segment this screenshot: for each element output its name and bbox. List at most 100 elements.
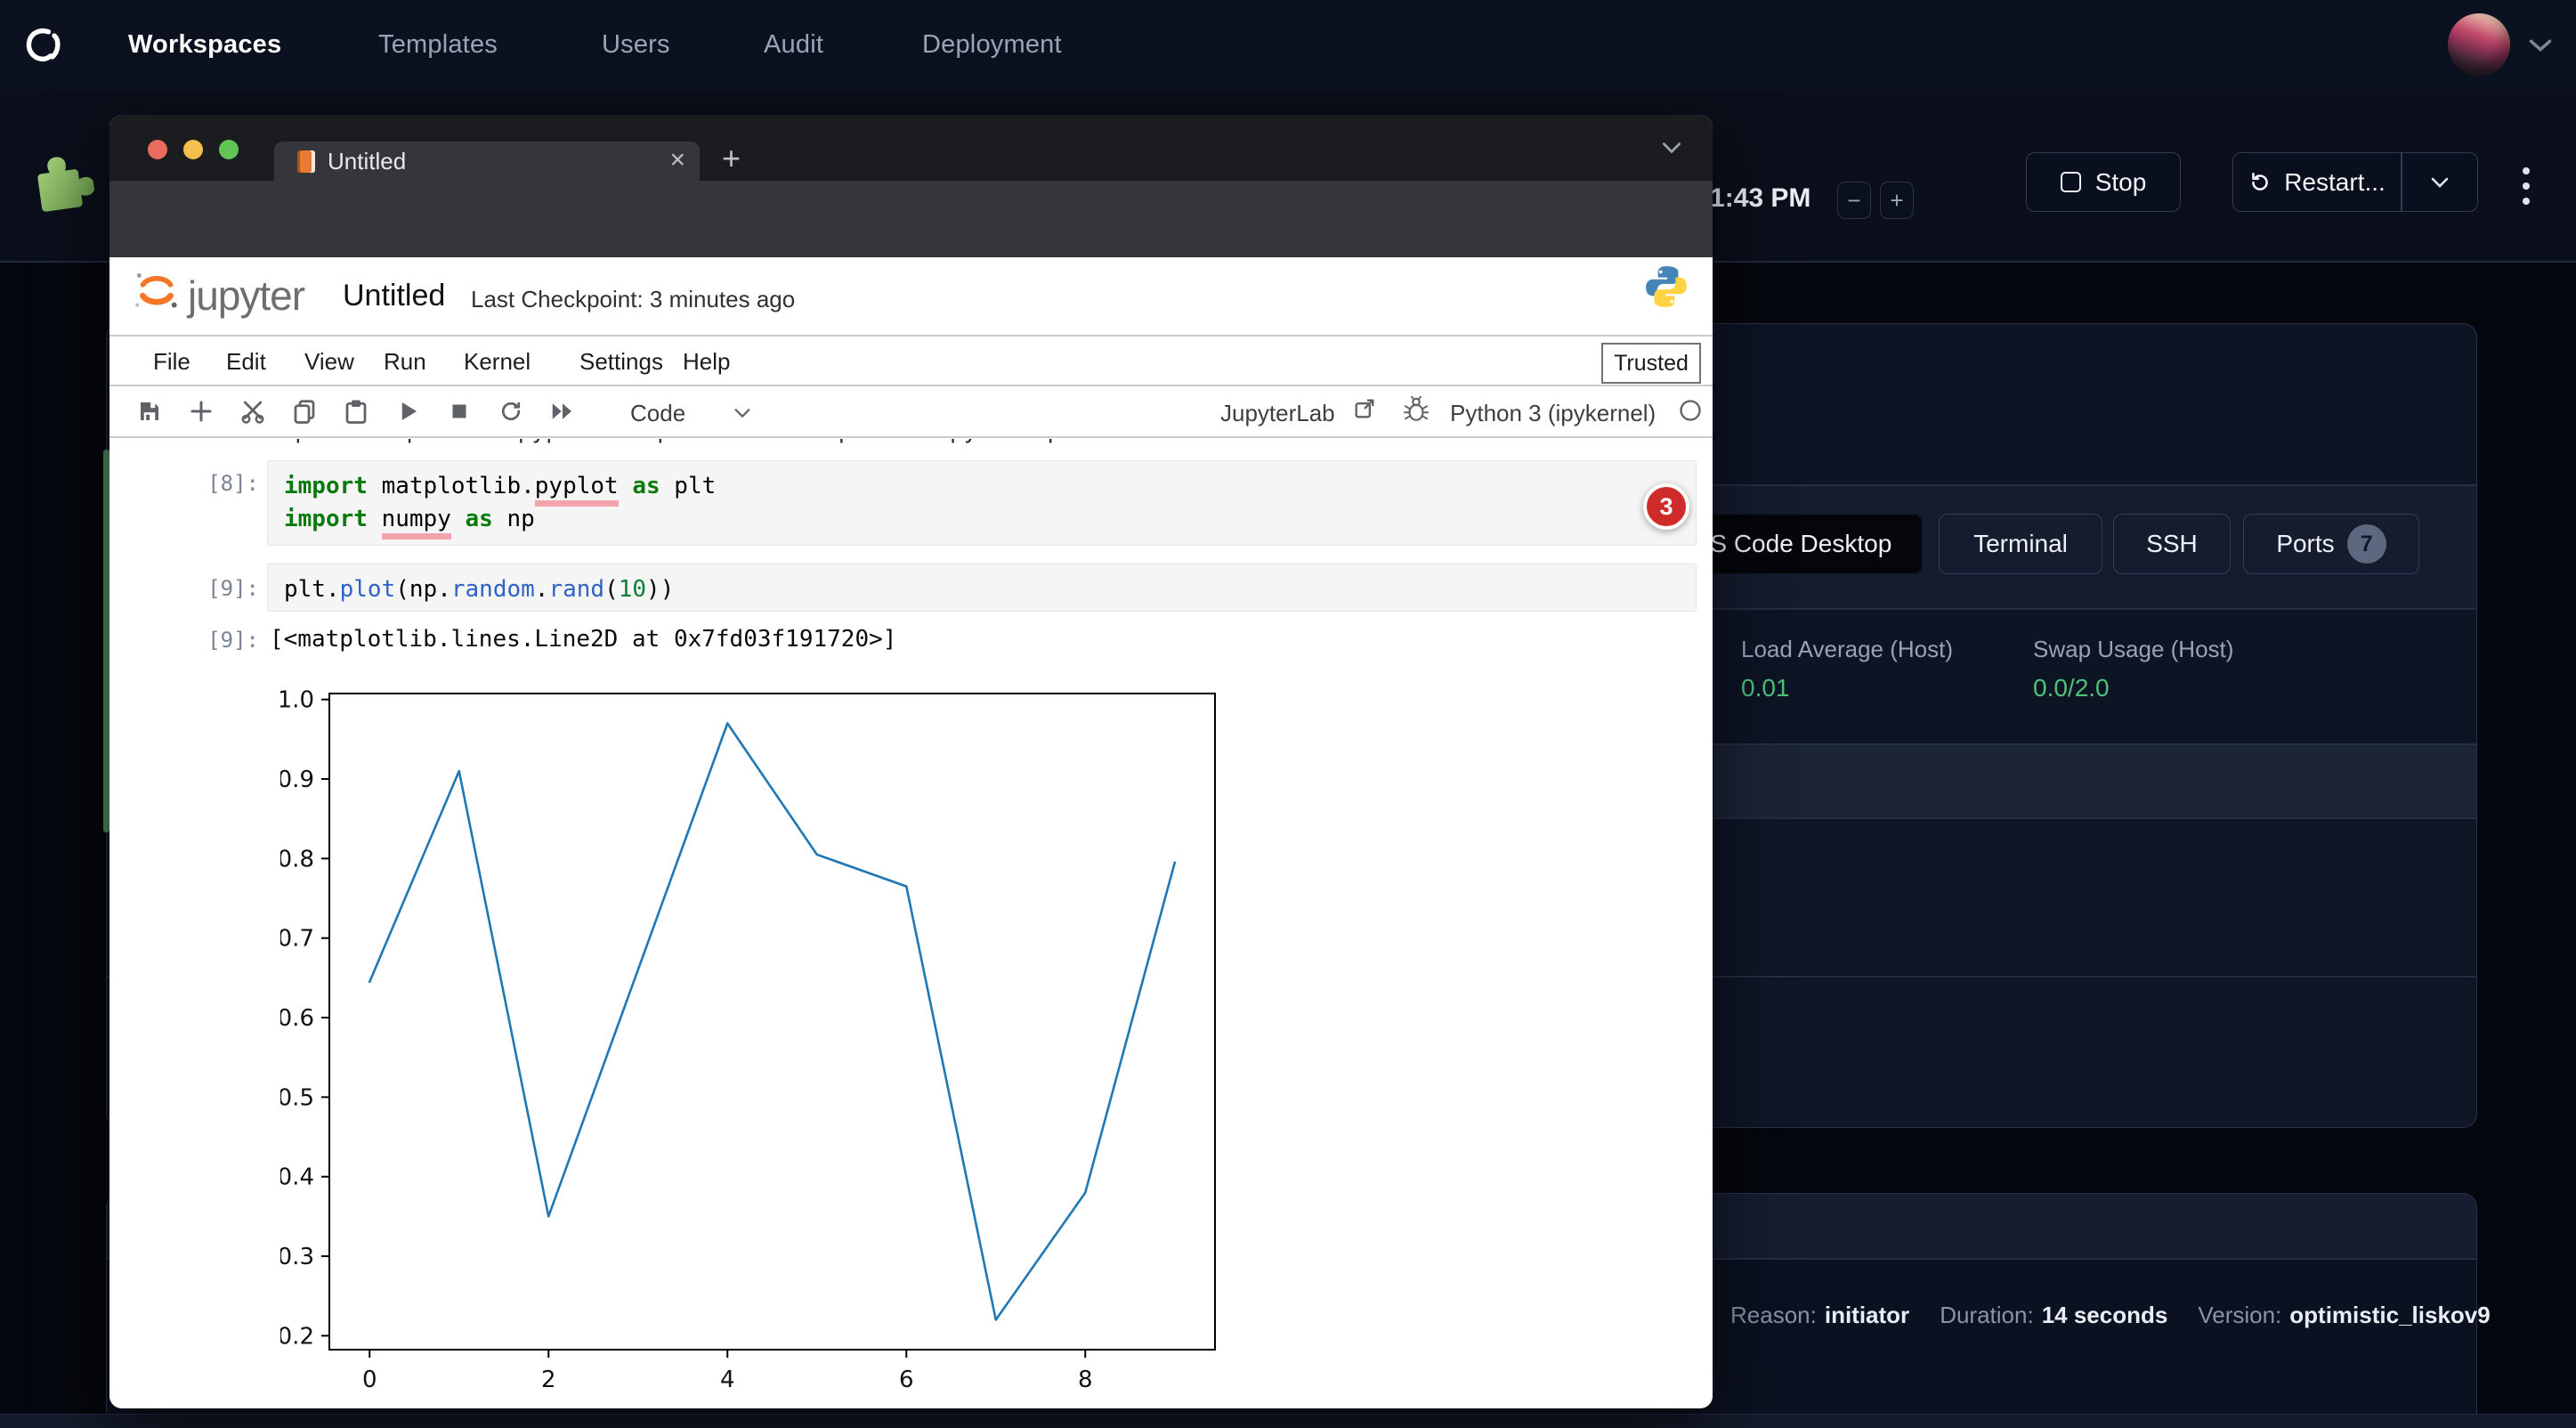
- cell-type-chevron-icon[interactable]: [733, 407, 752, 419]
- vscode-desktop-label: VS Code Desktop: [1694, 530, 1892, 558]
- clipped-cell-fragment: import matplotlib.pyplot as plt import n…: [267, 439, 1602, 449]
- tab-strip: Untitled × +: [109, 115, 1713, 181]
- workspace-more-menu[interactable]: [2523, 167, 2530, 205]
- cell-type-select[interactable]: Code: [630, 400, 685, 427]
- cell-prompt: [8]:: [181, 471, 259, 496]
- workspace-running-status-bar: [103, 450, 109, 832]
- swap-usage-label: Swap Usage (Host): [2033, 636, 2233, 663]
- nav-item-templates[interactable]: Templates: [378, 30, 498, 60]
- window-minimize-button[interactable]: [183, 140, 203, 159]
- window-zoom-button[interactable]: [219, 140, 239, 159]
- jupyter-favicon-icon: [297, 150, 315, 173]
- terminal-label: Terminal: [1973, 530, 2068, 558]
- save-button[interactable]: [136, 398, 163, 425]
- code-cell[interactable]: import matplotlib.pyplot as pltimport nu…: [267, 460, 1697, 546]
- menu-run[interactable]: Run: [384, 348, 426, 376]
- build-version: Version: optimistic_liskov9: [2198, 1302, 2490, 1329]
- stop-label: Stop: [2095, 168, 2147, 197]
- svg-text:2: 2: [541, 1367, 556, 1393]
- notification-count-badge: 3: [1643, 483, 1689, 530]
- open-jupyterlab-link[interactable]: JupyterLab: [1220, 400, 1335, 427]
- workspace-puzzle-icon: [26, 141, 97, 218]
- tab-close-icon[interactable]: ×: [669, 142, 685, 179]
- toolbar-divider: [109, 436, 1713, 438]
- swap-usage-stat: Swap Usage (Host) 0.0/2.0: [2033, 636, 2233, 702]
- menu-kernel[interactable]: Kernel: [464, 348, 531, 376]
- python-kernel-logo-icon: [1642, 263, 1690, 311]
- build-duration: Duration:14 seconds: [1940, 1302, 2167, 1329]
- svg-text:8: 8: [1078, 1367, 1093, 1393]
- nav-item-users[interactable]: Users: [602, 30, 670, 60]
- interrupt-kernel-button[interactable]: [446, 398, 473, 425]
- jupyter-brand-text: jupyter: [188, 272, 304, 320]
- nav-item-deployment[interactable]: Deployment: [922, 30, 1062, 60]
- menu-settings[interactable]: Settings: [579, 348, 663, 376]
- top-navbar: Workspaces Templates Users Audit Deploym…: [0, 0, 2576, 90]
- notebook-title[interactable]: Untitled: [343, 279, 445, 313]
- nav-item-workspaces[interactable]: Workspaces: [128, 30, 281, 60]
- run-cell-button[interactable]: [394, 398, 421, 425]
- restart-icon: [2248, 171, 2272, 194]
- increase-button[interactable]: +: [1880, 182, 1914, 219]
- svg-text:0.8: 0.8: [280, 846, 314, 872]
- copy-cell-button[interactable]: [291, 398, 318, 425]
- coder-logo-icon[interactable]: [20, 23, 66, 69]
- svg-text:6: 6: [899, 1367, 914, 1393]
- user-menu-chevron-icon[interactable]: [2528, 37, 2553, 53]
- tab-search-chevron-icon[interactable]: [1660, 140, 1683, 156]
- browser-tab[interactable]: Untitled ×: [274, 142, 700, 181]
- load-average-value: 0.01: [1741, 674, 1953, 702]
- svg-text:0.7: 0.7: [280, 926, 314, 953]
- chrome-browser-window: Untitled × + ← → 5555--main--test--matif…: [109, 115, 1713, 1408]
- menu-view[interactable]: View: [304, 348, 354, 376]
- debugger-bug-icon[interactable]: [1402, 394, 1430, 423]
- restart-button[interactable]: Restart...: [2233, 153, 2401, 211]
- svg-text:0.5: 0.5: [280, 1084, 314, 1111]
- kernel-name[interactable]: Python 3 (ipykernel): [1450, 400, 1656, 427]
- chevron-down-icon: [2429, 175, 2450, 190]
- cut-cell-button[interactable]: [239, 398, 266, 425]
- version-label: Version:: [2198, 1302, 2281, 1328]
- terminal-button[interactable]: Terminal: [1939, 514, 2102, 574]
- header-divider: [109, 335, 1713, 337]
- add-cell-button[interactable]: [188, 398, 215, 425]
- ssh-button[interactable]: SSH: [2113, 514, 2231, 574]
- restart-options-button[interactable]: [2402, 153, 2478, 211]
- load-average-stat: Load Average (Host) 0.01: [1741, 636, 1953, 702]
- jupyter-logo-icon: [131, 264, 182, 316]
- menu-edit[interactable]: Edit: [226, 348, 266, 376]
- svg-text:1.0: 1.0: [280, 687, 314, 714]
- decrease-button[interactable]: −: [1837, 182, 1871, 219]
- ports-button[interactable]: Ports 7: [2243, 514, 2419, 574]
- restart-run-all-button[interactable]: [549, 398, 576, 425]
- load-average-label: Load Average (Host): [1741, 636, 1953, 663]
- svg-text:0.2: 0.2: [280, 1323, 314, 1350]
- menu-divider: [109, 385, 1713, 386]
- restart-kernel-button[interactable]: [498, 398, 524, 425]
- restart-workspace-split-button[interactable]: Restart...: [2232, 152, 2478, 212]
- ports-label: Ports: [2276, 530, 2334, 558]
- browser-toolbar: ← → 5555--main--test--matifali.atif.cdr.…: [109, 181, 1713, 257]
- matplotlib-line-chart: 0.20.30.40.50.60.70.80.91.002468: [280, 681, 1224, 1402]
- external-link-icon[interactable]: [1352, 396, 1377, 421]
- jupyter-notebook-page: jupyter Untitled Last Checkpoint: 3 minu…: [109, 257, 1713, 1408]
- stop-icon: [2061, 172, 2081, 192]
- menu-help[interactable]: Help: [683, 348, 730, 376]
- window-close-button[interactable]: [148, 140, 167, 159]
- cell-prompt: [9]:: [181, 576, 259, 601]
- stop-workspace-button[interactable]: Stop: [2026, 152, 2181, 212]
- code-cell[interactable]: plt.plot(np.random.rand(10)): [267, 564, 1697, 612]
- menu-file[interactable]: File: [153, 348, 190, 376]
- nav-item-audit[interactable]: Audit: [764, 30, 823, 60]
- output-prompt: [9]:: [181, 628, 259, 653]
- ssh-label: SSH: [2146, 530, 2198, 558]
- user-avatar[interactable]: [2448, 13, 2510, 76]
- kernel-status-icon: [1678, 398, 1703, 423]
- trusted-button[interactable]: Trusted: [1601, 343, 1701, 384]
- paste-cell-button[interactable]: [343, 398, 369, 425]
- svg-text:0.6: 0.6: [280, 1005, 314, 1032]
- version-value: optimistic_liskov9: [2289, 1302, 2490, 1328]
- new-tab-button[interactable]: +: [722, 140, 741, 177]
- svg-text:0.9: 0.9: [280, 767, 314, 793]
- tab-title: Untitled: [328, 142, 406, 181]
